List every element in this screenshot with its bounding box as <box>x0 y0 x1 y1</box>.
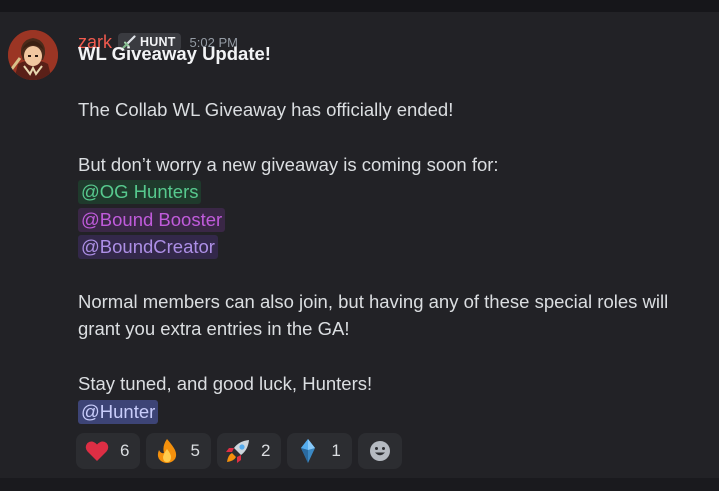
mention-row-creator: @BoundCreator <box>78 234 218 260</box>
mention-bound-creator[interactable]: @BoundCreator <box>78 235 218 259</box>
message-line-coming: But don’t worry a new giveaway is coming… <box>78 154 499 175</box>
reaction-rocket[interactable]: 2 <box>216 433 282 469</box>
mention-og-hunters[interactable]: @OG Hunters <box>78 180 202 204</box>
message-line-normal-1: Normal members can also join, but having… <box>78 291 669 312</box>
avatar[interactable] <box>8 30 58 80</box>
top-divider <box>0 0 719 12</box>
mention-hunter[interactable]: @Hunter <box>78 400 159 424</box>
reaction-crystal[interactable]: 1 <box>287 433 352 469</box>
mention-bound-booster[interactable]: @Bound Booster <box>78 208 226 232</box>
message-line-stay: Stay tuned, and good luck, Hunters! <box>78 373 373 394</box>
mention-row-og: @OG Hunters <box>78 179 202 205</box>
reaction-crystal-count: 1 <box>331 441 341 460</box>
reaction-bar: 6 5 2 1 <box>76 433 402 469</box>
smiley-icon <box>369 441 390 461</box>
bottom-divider <box>0 478 719 491</box>
mention-row-booster: @Bound Booster <box>78 207 226 233</box>
reaction-fire[interactable]: 5 <box>146 433 211 469</box>
crystal-emoji-icon <box>295 438 321 464</box>
reaction-rocket-count: 2 <box>260 441 271 460</box>
chat-message: zark HUNT 5:02 PM WL Giveaway Update! Th… <box>0 12 719 478</box>
mention-row-hunter: @Hunter <box>78 399 159 425</box>
message-line-normal-2: grant you extra entries in the GA! <box>78 318 350 339</box>
reaction-fire-count: 5 <box>190 441 200 460</box>
reaction-heart-count: 6 <box>120 441 130 460</box>
avatar-image <box>8 30 58 80</box>
message-title: WL Giveaway Update! <box>78 43 271 64</box>
reaction-heart[interactable]: 6 <box>76 433 141 469</box>
heart-emoji-icon <box>84 438 110 464</box>
fire-emoji-icon <box>154 438 180 464</box>
message-line-ended: The Collab WL Giveaway has officially en… <box>78 99 454 120</box>
add-reaction-button[interactable] <box>357 433 402 469</box>
rocket-emoji-icon <box>225 438 251 464</box>
